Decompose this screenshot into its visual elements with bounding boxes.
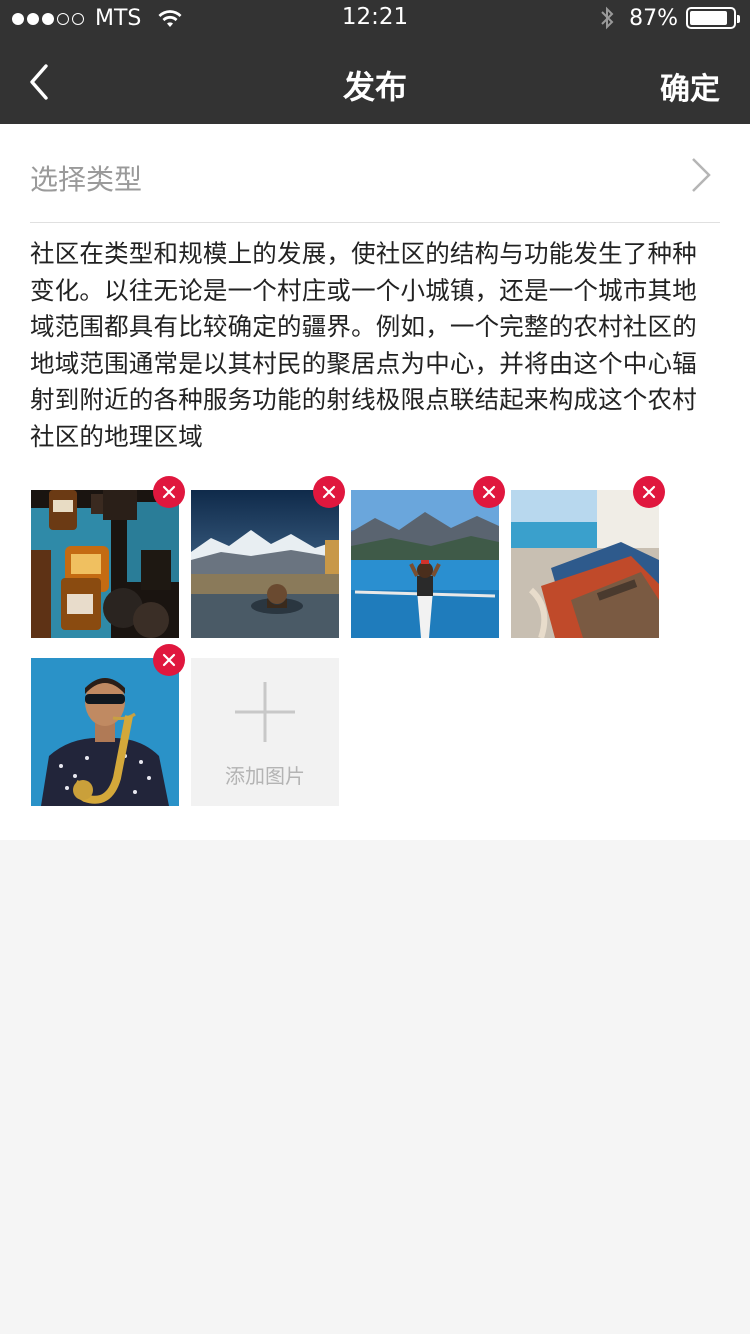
battery-fill (690, 11, 727, 25)
post-form: 选择类型 社区在类型和规模上的发展，使社区的结构与功能发生了种种变化。以往无论是… (0, 124, 750, 840)
type-selector-label: 选择类型 (30, 163, 143, 196)
photo-image (31, 490, 179, 638)
photo-thumbnail[interactable] (351, 476, 505, 638)
plus-icon (235, 682, 295, 742)
post-description[interactable]: 社区在类型和规模上的发展，使社区的结构与功能发生了种种变化。以往无论是一个村庄或… (30, 236, 720, 455)
photo-image (351, 490, 499, 638)
remove-photo-button[interactable] (313, 476, 345, 508)
close-icon (162, 653, 176, 667)
close-icon (642, 485, 656, 499)
add-photo-button[interactable]: 添加图片 (191, 658, 339, 806)
photo-image (31, 658, 179, 806)
photo-thumbnail[interactable] (191, 476, 345, 638)
close-icon (482, 485, 496, 499)
photo-thumbnail[interactable] (31, 476, 185, 638)
bluetooth-icon (599, 5, 615, 31)
type-selector[interactable]: 选择类型 (30, 124, 720, 223)
add-photo-label: 添加图片 (225, 764, 305, 788)
chevron-right-icon (692, 158, 711, 192)
photo-image (511, 490, 659, 638)
nav-bar: 发布 确定 (0, 38, 750, 124)
back-button[interactable] (22, 60, 62, 104)
photo-thumbnail[interactable] (511, 476, 665, 638)
photo-thumbnail[interactable] (31, 644, 185, 806)
photo-image (191, 490, 339, 638)
remove-photo-button[interactable] (153, 476, 185, 508)
status-right: 87% (599, 5, 740, 31)
close-icon (162, 485, 176, 499)
top-bar: MTS 12:21 87% 发布 确定 (0, 0, 750, 124)
remove-photo-button[interactable] (153, 644, 185, 676)
remove-photo-button[interactable] (473, 476, 505, 508)
close-icon (322, 485, 336, 499)
status-bar: MTS 12:21 87% (0, 0, 750, 38)
page-title: 发布 (342, 68, 407, 106)
confirm-button[interactable]: 确定 (660, 64, 720, 108)
chevron-left-icon (30, 64, 48, 100)
battery-icon (686, 7, 740, 29)
remove-photo-button[interactable] (633, 476, 665, 508)
battery-percent: 87% (629, 5, 678, 31)
